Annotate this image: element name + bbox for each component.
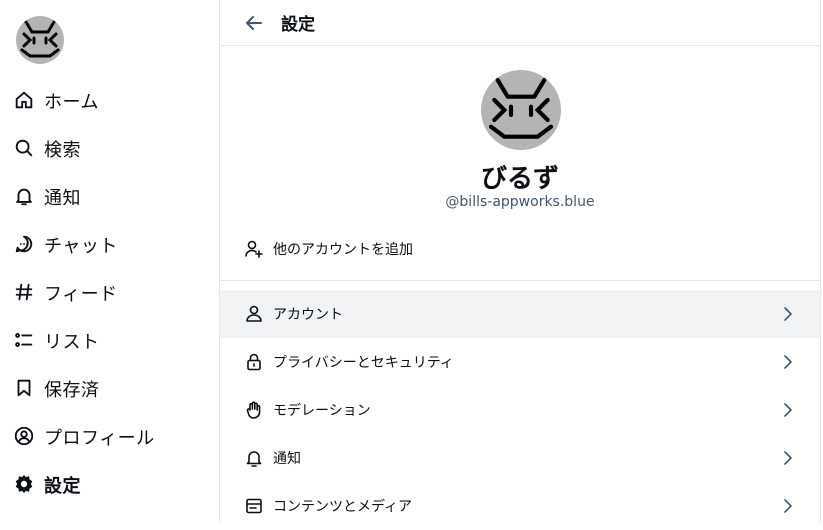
- lock-icon: [244, 352, 264, 372]
- nav-item-label: 検索: [44, 140, 81, 161]
- chevron-right-icon: [778, 304, 798, 324]
- nav-item-saved[interactable]: 保存済: [0, 365, 219, 413]
- hash-icon: [13, 281, 37, 305]
- nav-item-lists[interactable]: リスト: [0, 317, 219, 365]
- settings-panel: 設定 びるず @bills-appworks.blue 他のアカウントを追加 ア…: [219, 0, 821, 522]
- gear-icon: [13, 473, 37, 497]
- chevron-right-icon: [778, 352, 798, 372]
- back-arrow-icon[interactable]: [244, 13, 264, 33]
- chevron-right-icon: [778, 496, 798, 516]
- settings-item-moderation[interactable]: モデレーション: [220, 386, 820, 434]
- add-account-label: 他のアカウントを追加: [273, 242, 413, 258]
- nav-item-label: 設定: [44, 476, 81, 497]
- profile-handle: @bills-appworks.blue: [445, 194, 595, 210]
- profile-card: びるず @bills-appworks.blue 他のアカウントを追加: [220, 46, 820, 281]
- add-account-button[interactable]: 他のアカウントを追加: [220, 234, 820, 264]
- nav-item-settings[interactable]: 設定: [0, 461, 219, 509]
- search-icon: [13, 137, 37, 161]
- nav-item-label: ホーム: [44, 92, 99, 113]
- nav-item-search[interactable]: 検索: [0, 125, 219, 173]
- list-icon: [13, 329, 37, 353]
- nav-item-label: 通知: [44, 188, 81, 209]
- settings-item-content-media[interactable]: コンテンツとメディア: [220, 482, 820, 530]
- nav-item-chat[interactable]: チャット: [0, 221, 219, 269]
- settings-item-label: プライバシーとセキュリティ: [273, 355, 454, 371]
- profile-display-name: びるず: [480, 164, 559, 194]
- home-icon: [13, 89, 37, 113]
- cat-avatar-icon: [488, 77, 554, 139]
- sidebar: ホーム 検索 通知 チャット フィード リスト 保存済 プロフィール 設定: [0, 0, 219, 522]
- nav-item-feeds[interactable]: フィード: [0, 269, 219, 317]
- nav-item-label: フィード: [44, 284, 118, 305]
- page-title: 設定: [281, 15, 315, 35]
- hand-icon: [244, 400, 264, 420]
- person-icon: [244, 304, 264, 324]
- settings-item-notifications[interactable]: 通知: [220, 434, 820, 482]
- profile-avatar[interactable]: [481, 70, 561, 150]
- nav-item-profile[interactable]: プロフィール: [0, 413, 219, 461]
- nav-item-home[interactable]: ホーム: [0, 77, 219, 125]
- nav-item-notifications[interactable]: 通知: [0, 173, 219, 221]
- person-add-icon: [244, 239, 264, 259]
- cat-avatar-icon: [20, 20, 60, 58]
- settings-item-label: モデレーション: [273, 403, 371, 419]
- bookmark-icon: [13, 377, 37, 401]
- bell-icon: [244, 448, 264, 468]
- sidebar-avatar[interactable]: [16, 16, 64, 64]
- chat-icon: [13, 233, 37, 257]
- chevron-right-icon: [778, 448, 798, 468]
- profile-icon: [13, 425, 37, 449]
- settings-item-label: コンテンツとメディア: [273, 499, 413, 515]
- settings-item-label: アカウント: [273, 307, 343, 323]
- chevron-right-icon: [778, 400, 798, 420]
- nav-item-label: リスト: [44, 332, 100, 353]
- settings-item-label: 通知: [273, 451, 301, 467]
- settings-list: アカウント プライバシーとセキュリティ モデレーション 通知 コンテンツとメディ…: [220, 290, 820, 530]
- nav-item-label: 保存済: [44, 380, 100, 401]
- bell-icon: [13, 185, 37, 209]
- nav-item-label: チャット: [44, 236, 118, 257]
- nav-item-label: プロフィール: [44, 428, 155, 449]
- window-icon: [244, 496, 264, 516]
- settings-item-privacy-security[interactable]: プライバシーとセキュリティ: [220, 338, 820, 386]
- main-nav: ホーム 検索 通知 チャット フィード リスト 保存済 プロフィール 設定: [0, 77, 219, 509]
- settings-item-account[interactable]: アカウント: [220, 290, 820, 338]
- page-header: 設定: [220, 0, 820, 46]
